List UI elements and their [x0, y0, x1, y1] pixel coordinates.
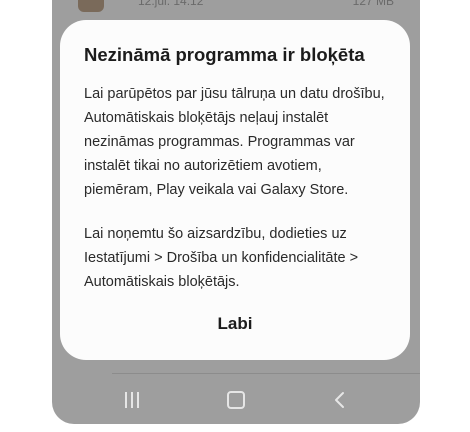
background-thumbnail — [78, 0, 104, 12]
back-icon — [335, 392, 344, 408]
app-blocked-dialog: Nezināmā programma ir bloķēta Lai parūpē… — [60, 20, 410, 360]
dialog-paragraph-security: Lai parūpētos par jūsu tālruņa un datu d… — [84, 86, 385, 198]
back-button[interactable] — [310, 376, 370, 424]
home-button[interactable] — [206, 376, 266, 424]
background-size: 127 MB — [352, 0, 394, 8]
dialog-message: Lai parūpētos par jūsu tālruņa un datu d… — [84, 82, 386, 294]
dialog-title: Nezināmā programma ir bloķēta — [84, 44, 365, 65]
ok-button[interactable]: Labi — [175, 306, 295, 342]
screen: 12.jūl. 14:12 127 MB Nezināmā programma … — [0, 0, 470, 432]
recents-button[interactable] — [102, 376, 162, 424]
recents-icon — [125, 392, 139, 408]
dialog-paragraph-settings-path: Lai noņemtu šo aizsardzību, dodieties uz… — [84, 226, 359, 290]
navigation-bar — [52, 376, 420, 424]
nav-divider — [112, 373, 420, 374]
home-icon — [227, 391, 245, 409]
background-list-row: 12.jūl. 14:12 127 MB — [52, 0, 420, 22]
background-date: 12.jūl. 14:12 — [138, 0, 204, 8]
